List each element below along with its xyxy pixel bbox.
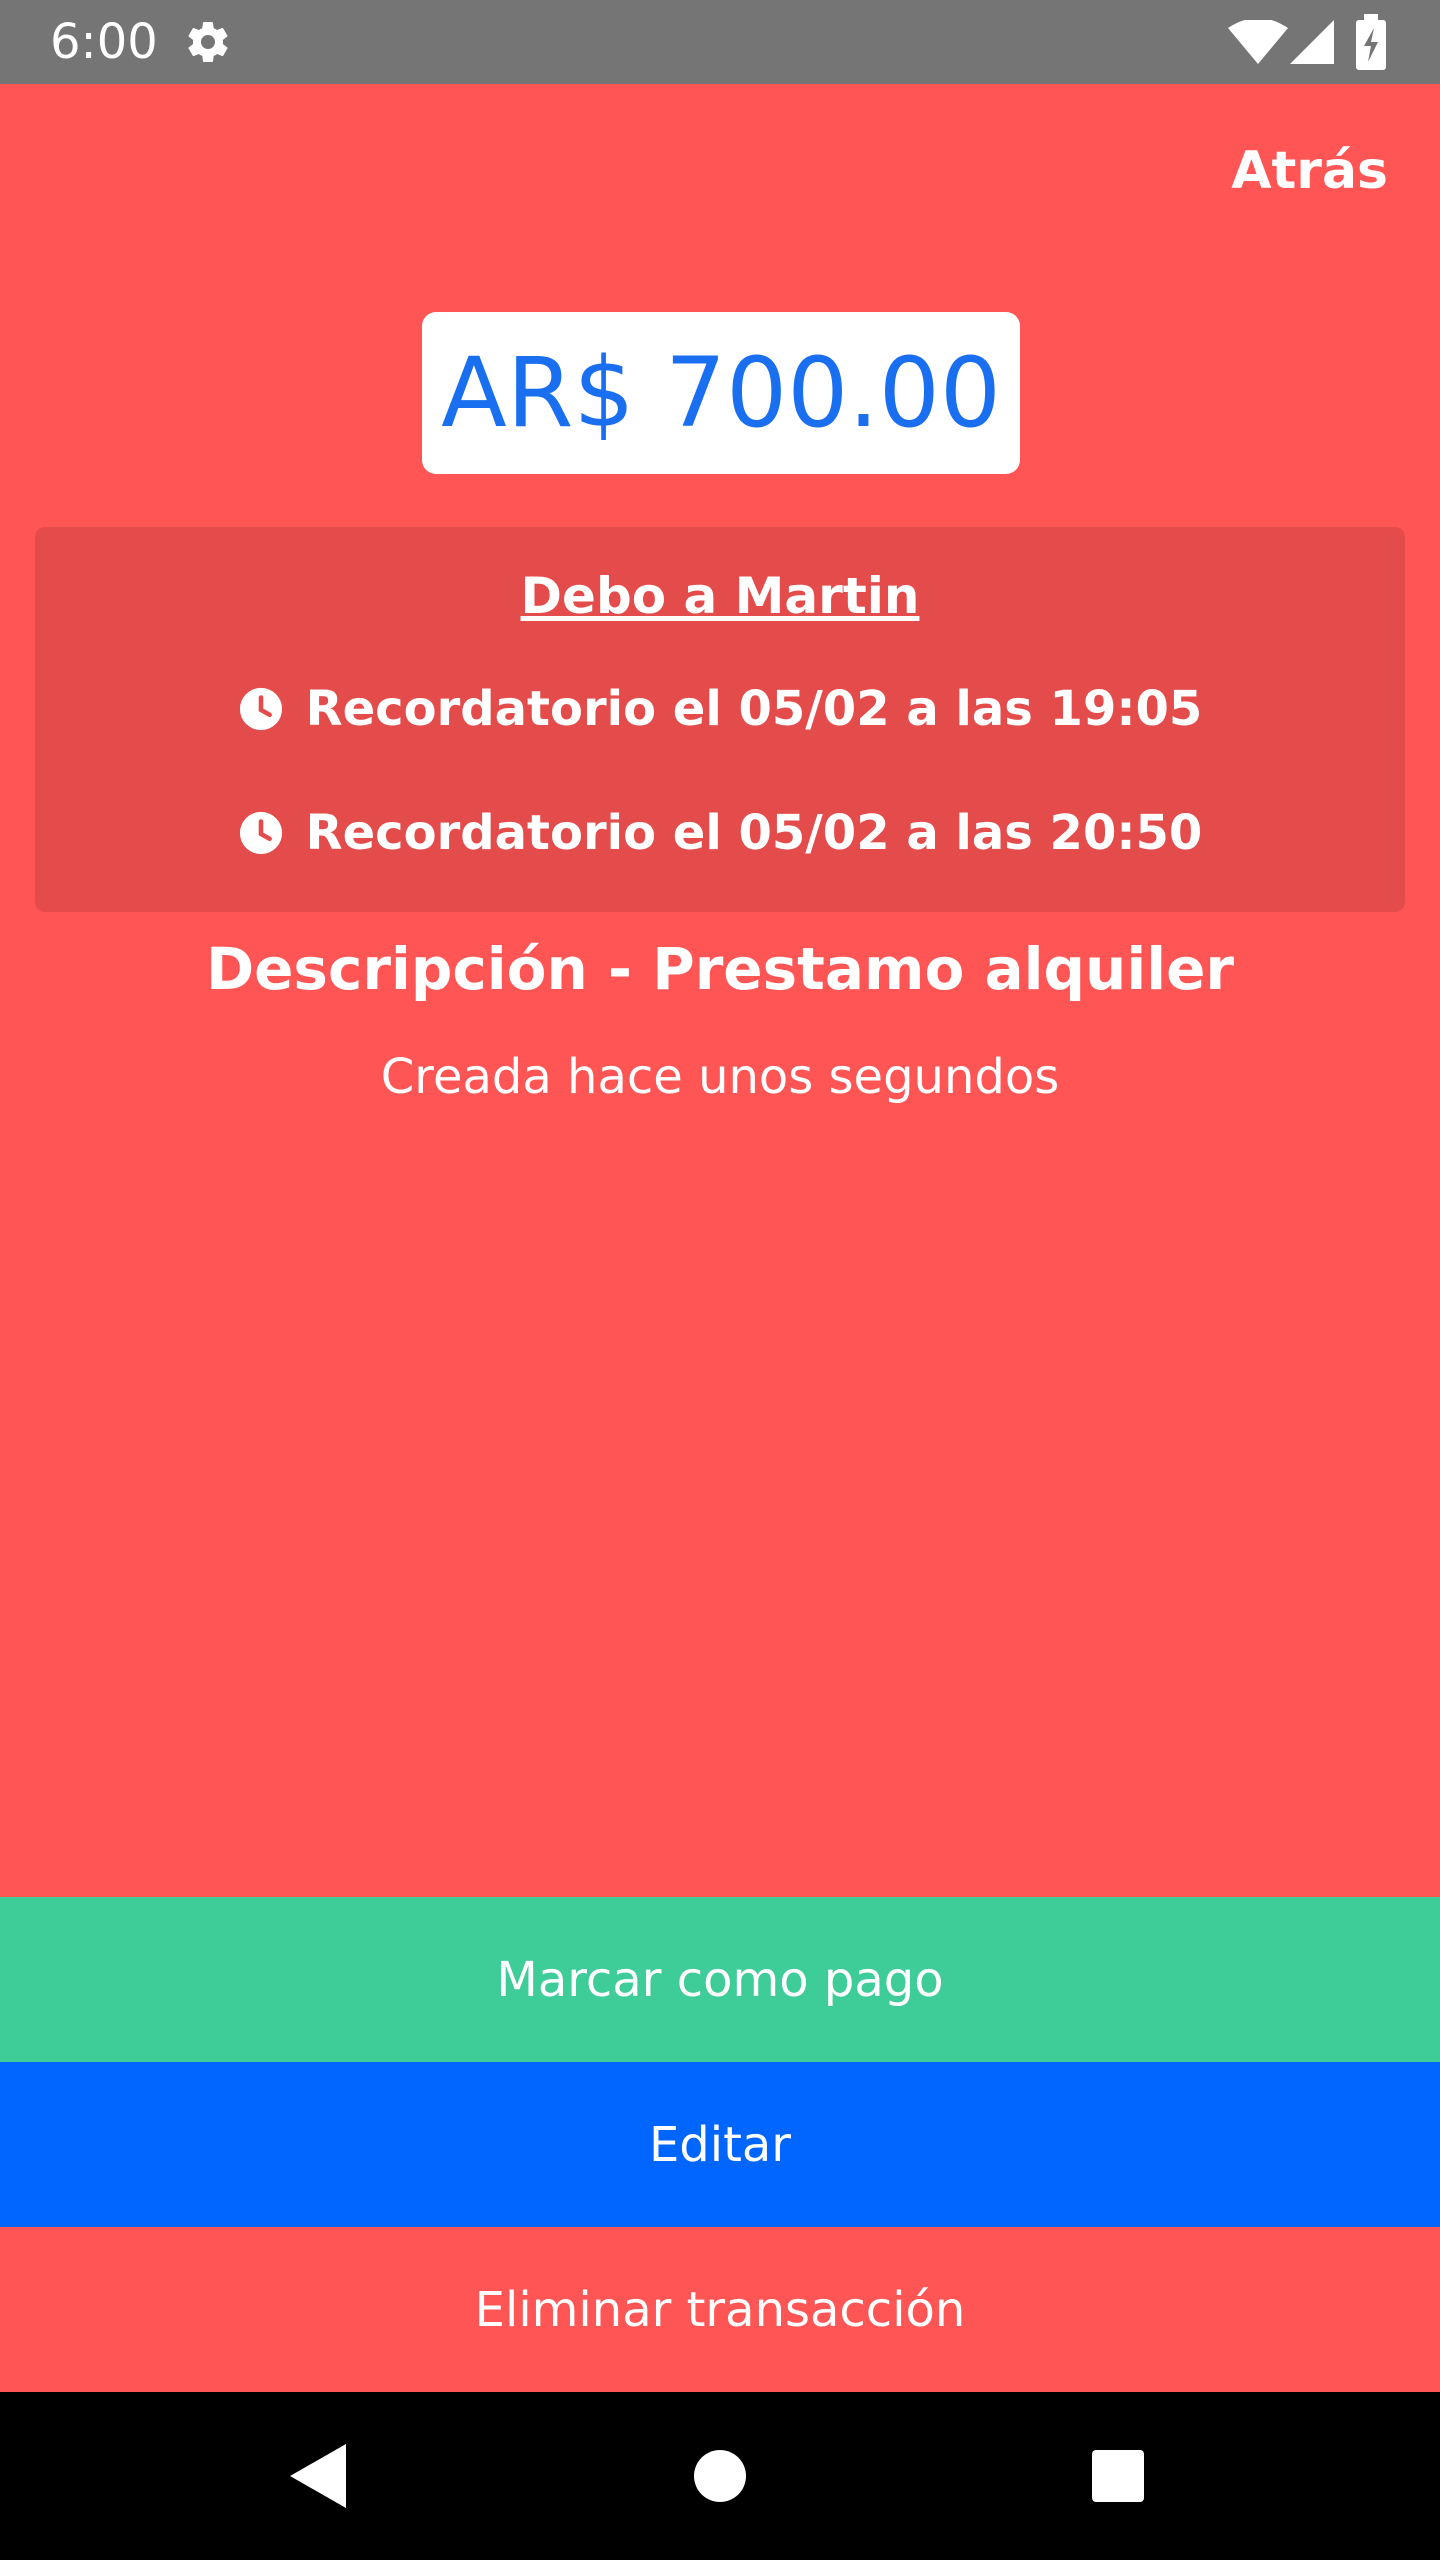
wifi-icon [1228,20,1288,64]
mark-paid-button[interactable]: Marcar como pago [0,1897,1440,2062]
navigation-bar [0,2392,1440,2560]
created-timestamp: Creada hace unos segundos [380,1049,1060,1105]
amount-value: AR$ 700.00 [441,337,1001,449]
status-time: 6:00 [50,14,158,70]
home-circle-icon[interactable] [680,2436,760,2516]
recents-square-icon[interactable] [1078,2436,1158,2516]
reminder-item: Recordatorio el 05/02 a las 20:50 [35,801,1405,865]
reminder-text: Recordatorio el 05/02 a las 19:05 [305,681,1203,737]
status-bar: 6:00 [0,0,1440,84]
delete-transaction-button[interactable]: Eliminar transacción [0,2227,1440,2392]
reminder-item: Recordatorio el 05/02 a las 19:05 [35,677,1405,741]
back-triangle-icon[interactable] [278,2436,358,2516]
description-text: Descripción - Prestamo alquiler [205,935,1235,1003]
back-button[interactable]: Atrás [1231,136,1388,206]
card-title[interactable]: Debo a Martin [35,563,1405,629]
amount-display: AR$ 700.00 [422,312,1020,474]
edit-button[interactable]: Editar [0,2062,1440,2227]
gear-icon [188,22,228,63]
signal-icon [1290,20,1334,64]
battery-charging-icon [1356,14,1386,70]
reminder-text: Recordatorio el 05/02 a las 20:50 [305,805,1203,861]
clock-icon [239,811,282,855]
clock-icon [239,687,282,731]
debt-info-card: Debo a Martin Recordatorio el 05/02 a la… [35,527,1405,912]
